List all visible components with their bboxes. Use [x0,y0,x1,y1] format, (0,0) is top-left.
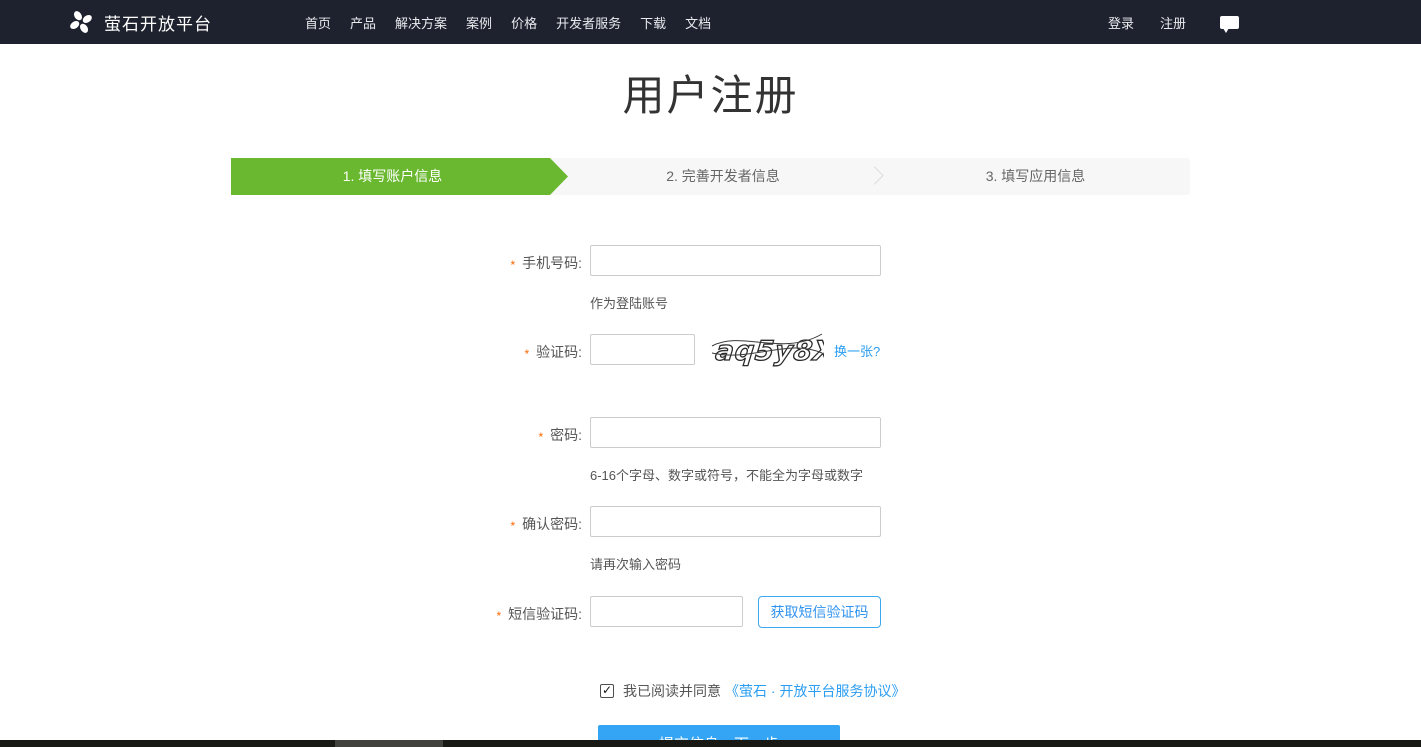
chat-bubble-icon[interactable] [1220,16,1239,29]
sms-code-row: *短信验证码: 获取短信验证码 [0,596,1421,628]
nav-item-pricing[interactable]: 价格 [511,13,537,32]
nav-item-developer-services[interactable]: 开发者服务 [556,13,621,32]
required-asterisk: * [496,609,501,623]
get-sms-code-button[interactable]: 获取短信验证码 [758,596,881,628]
nav-item-home[interactable]: 首页 [305,13,331,32]
password-row: *密码: 6-16个字母、数字或符号，不能全为字母或数字 [0,417,1421,484]
top-navbar: 萤石开放平台 首页 产品 解决方案 案例 价格 开发者服务 下载 文档 登录 注… [0,0,1421,44]
nav-item-download[interactable]: 下载 [640,13,666,32]
agreement-row: 我已阅读并同意 《萤石 · 开放平台服务协议》 [600,681,1421,701]
register-link[interactable]: 注册 [1160,13,1186,32]
agreement-checkbox[interactable] [600,684,614,698]
required-asterisk: * [510,519,515,533]
required-asterisk: * [510,258,515,272]
taskbar-edge [0,740,1421,747]
confirm-password-row: *确认密码: 请再次输入密码 [0,506,1421,573]
nav-links: 首页 产品 解决方案 案例 价格 开发者服务 下载 文档 [305,13,711,32]
phone-row: *手机号码: 作为登陆账号 [0,245,1421,312]
taskbar-edge-segment [335,740,443,747]
step-1-account-info: 1. 填写账户信息 [231,158,568,195]
captcha-input[interactable] [590,334,695,365]
password-hint: 6-16个字母、数字或符号，不能全为字母或数字 [590,465,881,484]
brand-name: 萤石开放平台 [104,10,212,35]
confirm-password-hint: 请再次输入密码 [590,554,881,573]
phone-label: *手机号码: [0,245,590,273]
step-2-developer-info: 2. 完善开发者信息 [568,158,878,195]
login-link[interactable]: 登录 [1108,13,1134,32]
registration-form: *手机号码: 作为登陆账号 *验证码: aq5y8X 换一张? [0,245,1421,747]
confirm-password-input[interactable] [590,506,881,537]
nav-item-cases[interactable]: 案例 [466,13,492,32]
password-input[interactable] [590,417,881,448]
page-title: 用户注册 [0,71,1421,121]
nav-item-products[interactable]: 产品 [350,13,376,32]
captcha-row: *验证码: aq5y8X 换一张? [0,334,1421,369]
sms-code-label: *短信验证码: [0,596,590,624]
captcha-label: *验证码: [0,334,590,362]
password-label: *密码: [0,417,590,445]
agreement-text: 我已阅读并同意 [623,681,721,701]
required-asterisk: * [524,347,529,361]
service-agreement-link[interactable]: 《萤石 · 开放平台服务协议》 [725,681,905,701]
sms-code-input[interactable] [590,596,743,627]
nav-right-group: 登录 注册 [1108,0,1239,44]
step-wizard: 1. 填写账户信息 2. 完善开发者信息 3. 填写应用信息 [231,158,1190,195]
required-asterisk: * [538,430,543,444]
nav-item-docs[interactable]: 文档 [685,13,711,32]
brand-pinwheel-icon [68,9,94,35]
brand[interactable]: 萤石开放平台 [68,9,212,35]
nav-item-solutions[interactable]: 解决方案 [395,13,447,32]
phone-hint: 作为登陆账号 [590,293,881,312]
confirm-password-label: *确认密码: [0,506,590,534]
captcha-image[interactable]: aq5y8X [710,329,824,369]
captcha-refresh-link[interactable]: 换一张? [834,341,880,360]
phone-input[interactable] [590,245,881,276]
step-3-app-info: 3. 填写应用信息 [881,158,1190,195]
